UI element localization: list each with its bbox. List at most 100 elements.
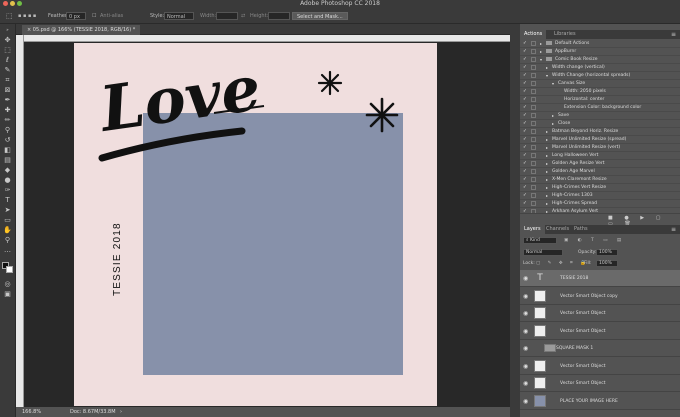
layer-row[interactable]: ◉ T TESSIE 2018 <box>520 270 680 287</box>
lock-icons[interactable]: ▢ ✎ ✥ ⌗ 🔒 <box>536 259 589 268</box>
minimize-window-button[interactable] <box>10 1 15 6</box>
eyedropper-tool-icon[interactable]: ✒ <box>3 96 12 104</box>
action-item[interactable]: ✓ ▸ Marvel Unlimited Resize (spread) <box>520 136 680 144</box>
action-enabled-check-icon[interactable]: ✓ <box>523 48 527 56</box>
action-enabled-check-icon[interactable]: ✓ <box>523 192 527 200</box>
dialog-toggle-box[interactable] <box>531 41 536 46</box>
fill-field[interactable]: 100% <box>596 260 618 267</box>
dialog-toggle-box[interactable] <box>531 73 536 78</box>
action-enabled-check-icon[interactable]: ✓ <box>523 120 527 128</box>
visibility-eye-icon[interactable]: ◉ <box>523 393 528 410</box>
action-item[interactable]: ✓ ▾ Width Change (horizontal spreads) <box>520 72 680 80</box>
expand-right-icon[interactable]: ▸ <box>546 184 548 192</box>
dialog-toggle-box[interactable] <box>531 145 536 150</box>
gradient-tool-icon[interactable]: ▤ <box>3 156 12 164</box>
height-field[interactable] <box>268 12 290 20</box>
dialog-toggle-box[interactable] <box>531 113 536 118</box>
action-item[interactable]: ✓ ▸ Default Actions <box>520 40 680 48</box>
feather-field[interactable]: 0 px <box>66 12 86 20</box>
width-field[interactable] <box>216 12 238 20</box>
visibility-eye-icon[interactable]: ◉ <box>523 323 528 340</box>
action-item[interactable]: ✓ ▾ Canvas Size <box>520 80 680 88</box>
action-enabled-check-icon[interactable]: ✓ <box>523 104 527 112</box>
tab-actions[interactable]: Actions <box>520 30 547 39</box>
action-item[interactable]: ✓ ▸ High-Crimes Vert Resize <box>520 184 680 192</box>
lasso-tool-icon[interactable]: ℓ <box>3 56 12 64</box>
type-tool-icon[interactable]: T <box>3 196 12 204</box>
dialog-toggle-box[interactable] <box>531 57 536 62</box>
dialog-toggle-box[interactable] <box>531 185 536 190</box>
action-enabled-check-icon[interactable]: ✓ <box>523 160 527 168</box>
action-enabled-check-icon[interactable]: ✓ <box>523 64 527 72</box>
document-tab[interactable]: × 05.psd @ 166% (TESSIE 2018, RGB/16) * <box>22 25 141 35</box>
panel-menu-icon[interactable]: ≡ <box>671 30 676 39</box>
more-tools-icon[interactable]: … <box>3 246 12 254</box>
action-enabled-check-icon[interactable]: ✓ <box>523 144 527 152</box>
dialog-toggle-box[interactable] <box>531 89 536 94</box>
expand-down-icon[interactable]: ▾ <box>552 80 554 88</box>
action-item[interactable]: ✓ ▸ Marvel Unlimited Resize (vert) <box>520 144 680 152</box>
action-item[interactable]: ✓ ▾ Comic Book Resize <box>520 56 680 64</box>
action-item[interactable]: ✓ ▸ High-Crimes 1303 <box>520 192 680 200</box>
action-enabled-check-icon[interactable]: ✓ <box>523 168 527 176</box>
antialias-checkbox[interactable]: ☐ <box>92 12 96 20</box>
action-enabled-check-icon[interactable]: ✓ <box>523 88 527 96</box>
background-color-swatch[interactable] <box>6 266 13 273</box>
expand-down-icon[interactable]: ▾ <box>540 56 542 64</box>
frame-tool-icon[interactable]: ⊠ <box>3 86 12 94</box>
expand-right-icon[interactable]: ▸ <box>546 192 548 200</box>
visibility-eye-icon[interactable]: ◉ <box>523 358 528 375</box>
marquee-tool-icon[interactable]: ⬚ <box>3 46 12 54</box>
dialog-toggle-box[interactable] <box>531 177 536 182</box>
action-enabled-check-icon[interactable]: ✓ <box>523 40 527 48</box>
zoom-tool-icon[interactable]: ⚲ <box>3 236 12 244</box>
action-item[interactable]: ✓ Horizontal: center <box>520 96 680 104</box>
action-item[interactable]: ✓ ▸ X-Men Claremont Resize <box>520 176 680 184</box>
action-item[interactable]: ✓ ▸ AppBurnr <box>520 48 680 56</box>
action-item[interactable]: ✓ ▸ Batman Beyond Horiz. Resize <box>520 128 680 136</box>
marquee-tool-icon[interactable]: ⬚ <box>6 12 13 20</box>
dialog-toggle-box[interactable] <box>531 137 536 142</box>
action-enabled-check-icon[interactable]: ✓ <box>523 200 527 208</box>
zoom-level[interactable]: 166.8% <box>22 407 41 417</box>
filter-icons[interactable]: ▣ ◐ T ▭ ▤ <box>564 236 625 245</box>
kind-filter[interactable]: ⌕ Kind <box>523 237 557 244</box>
tab-libraries[interactable]: Libraries <box>550 30 580 39</box>
opacity-field[interactable]: 100% <box>596 249 618 256</box>
tab-layers[interactable]: Layers <box>520 225 545 234</box>
action-enabled-check-icon[interactable]: ✓ <box>523 176 527 184</box>
action-enabled-check-icon[interactable]: ✓ <box>523 112 527 120</box>
dialog-toggle-box[interactable] <box>531 81 536 86</box>
layer-row[interactable]: ◉ Vector Smart Object <box>520 305 680 322</box>
action-enabled-check-icon[interactable]: ✓ <box>523 136 527 144</box>
quick-select-tool-icon[interactable]: ✎ <box>3 66 12 74</box>
dialog-toggle-box[interactable] <box>531 169 536 174</box>
status-arrow-icon[interactable]: › <box>120 407 122 417</box>
shape-tool-icon[interactable]: ▭ <box>3 216 12 224</box>
dialog-toggle-box[interactable] <box>531 129 536 134</box>
visibility-eye-icon[interactable]: ◉ <box>523 288 528 305</box>
dialog-toggle-box[interactable] <box>531 97 536 102</box>
visibility-eye-icon[interactable]: ◉ <box>523 305 528 322</box>
panel-menu-icon[interactable]: ≡ <box>671 225 676 234</box>
action-enabled-check-icon[interactable]: ✓ <box>523 128 527 136</box>
expand-right-icon[interactable]: ▸ <box>546 168 548 176</box>
pen-tool-icon[interactable]: ✑ <box>3 186 12 194</box>
expand-right-icon[interactable]: ▸ <box>546 152 548 160</box>
action-enabled-check-icon[interactable]: ✓ <box>523 72 527 80</box>
doc-size[interactable]: Doc: 8.67M/33.8M <box>70 407 116 417</box>
expand-right-icon[interactable]: ▸ <box>540 48 542 56</box>
action-enabled-check-icon[interactable]: ✓ <box>523 96 527 104</box>
layer-row[interactable]: ◉ Vector Smart Object <box>520 357 680 375</box>
layer-row[interactable]: ◉ SQUARE MASK 1 <box>520 340 680 357</box>
dialog-toggle-box[interactable] <box>531 65 536 70</box>
clone-stamp-tool-icon[interactable]: ⚲ <box>3 126 12 134</box>
move-tool-icon[interactable]: ✥ <box>3 36 12 44</box>
hand-tool-icon[interactable]: ✋ <box>3 226 12 234</box>
crop-tool-icon[interactable]: ⌗ <box>3 76 12 84</box>
action-item[interactable]: ✓ ▸ Close <box>520 120 680 128</box>
action-item[interactable]: ✓ ▸ Long Halloween Vert <box>520 152 680 160</box>
action-item[interactable]: ✓ Extension Color: background color <box>520 104 680 112</box>
eraser-tool-icon[interactable]: ◧ <box>3 146 12 154</box>
brush-tool-icon[interactable]: ✏ <box>3 116 12 124</box>
